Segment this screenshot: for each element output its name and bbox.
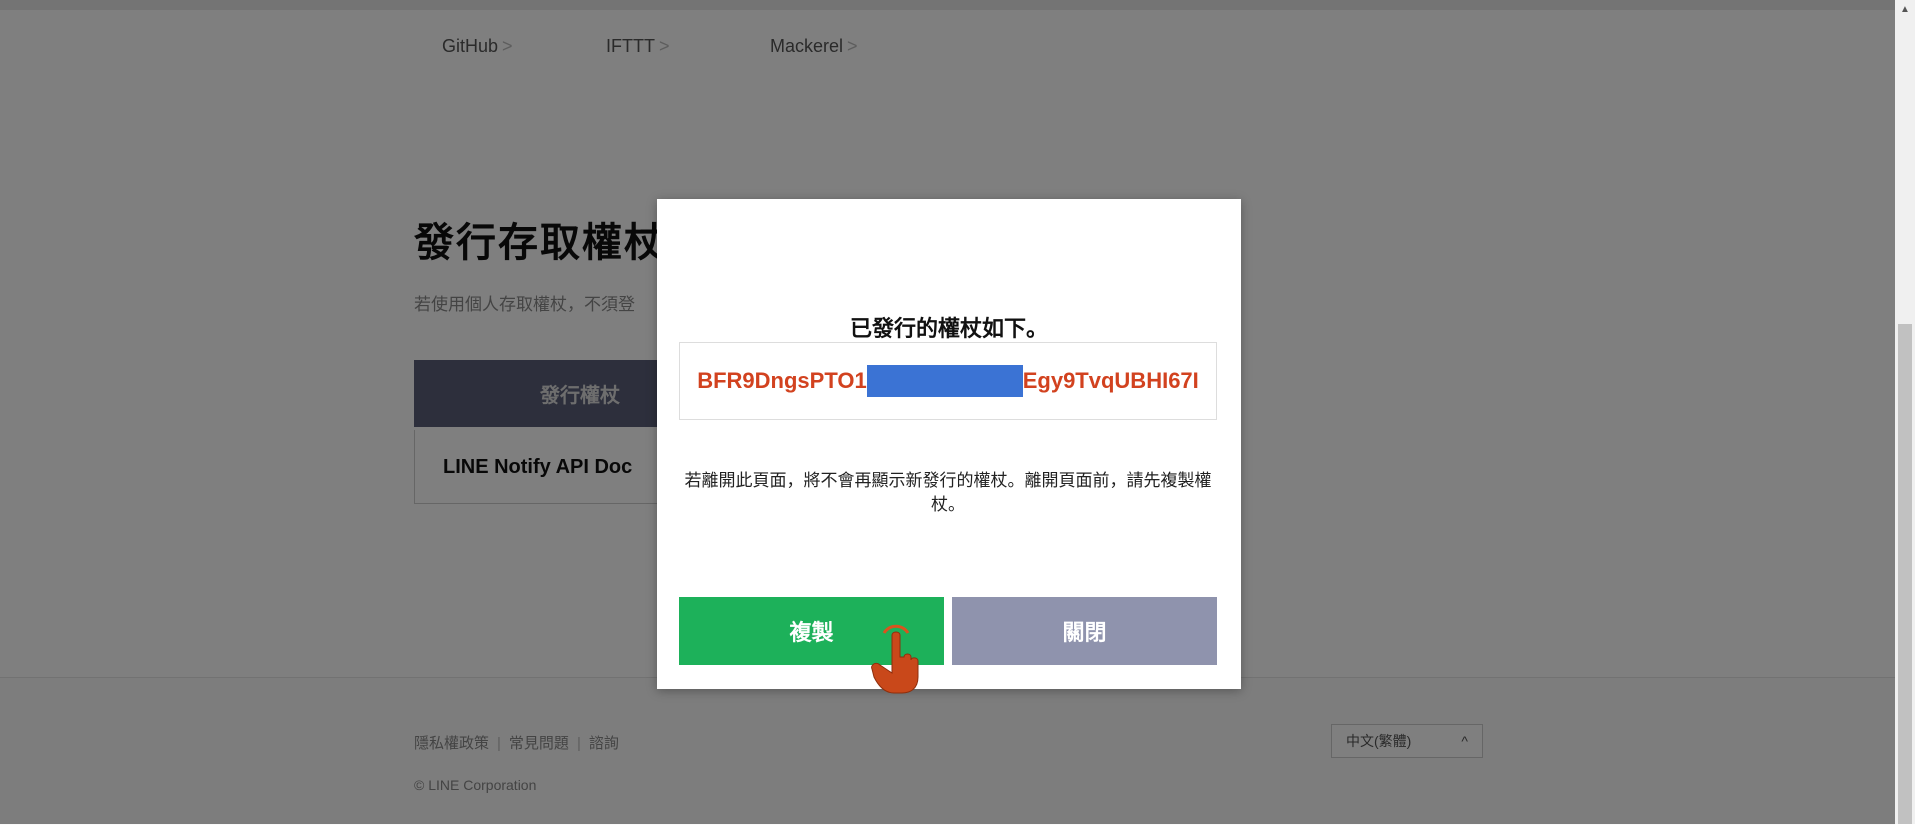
vertical-scrollbar[interactable]: ▲: [1895, 0, 1915, 824]
redaction-box: [866, 365, 1023, 397]
token-suffix: Egy9TvqUBHI67I: [1022, 368, 1199, 393]
token-prefix: BFR9DngsPTO1: [697, 368, 867, 393]
pointer-hand-icon: [871, 624, 919, 694]
scroll-up-arrow-icon[interactable]: ▲: [1895, 0, 1915, 20]
close-button[interactable]: 關閉: [952, 597, 1217, 665]
dialog-title: 已發行的權杖如下。: [849, 316, 1048, 341]
token-issued-dialog: 已發行的權杖如下。 BFR9DngsPTO1 Egy9TvqUBHI67I 若離開…: [657, 199, 1241, 689]
scrollbar-thumb[interactable]: [1898, 324, 1912, 824]
token-display: BFR9DngsPTO1 Egy9TvqUBHI67I: [679, 342, 1217, 420]
dialog-warning: 若離開此頁面，將不會再顯示新發行的權杖。離開頁面前，請先複製權杖。: [684, 471, 1212, 514]
